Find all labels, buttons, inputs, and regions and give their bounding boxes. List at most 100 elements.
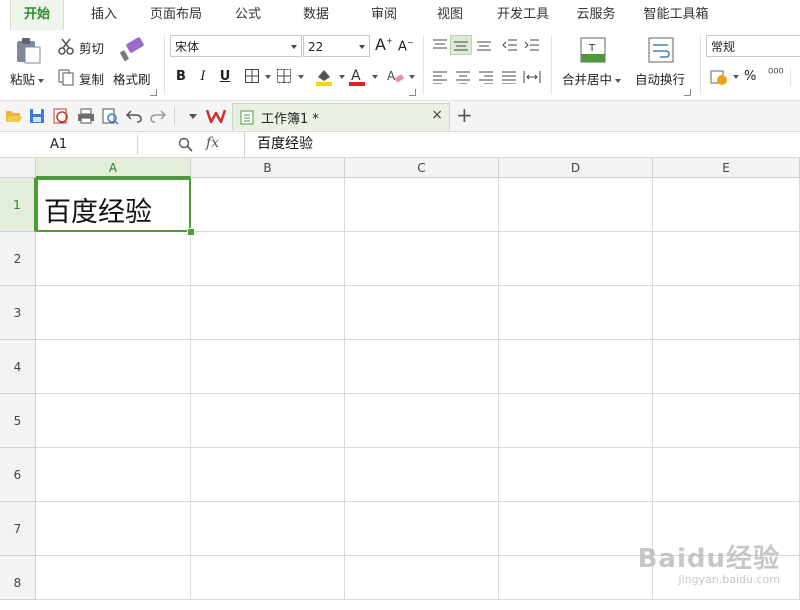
open-icon[interactable] xyxy=(5,108,23,124)
tab-insert[interactable]: 插入 xyxy=(78,0,130,30)
cut-icon[interactable] xyxy=(57,37,75,55)
clear-format-dropdown-icon[interactable] xyxy=(409,75,415,79)
italic-button[interactable]: I xyxy=(194,68,212,86)
cell-b6[interactable] xyxy=(191,448,345,502)
align-center-icon[interactable] xyxy=(455,70,471,84)
wrap-text-icon[interactable] xyxy=(648,37,674,63)
cell-c8[interactable] xyxy=(345,556,499,600)
cell-d2[interactable] xyxy=(499,232,653,286)
font-size-select[interactable]: 22 xyxy=(303,35,370,57)
decrease-font-size-icon[interactable]: A− xyxy=(398,38,414,54)
cell-b2[interactable] xyxy=(191,232,345,286)
borders-dropdown-icon[interactable] xyxy=(265,75,271,79)
cell-a4[interactable] xyxy=(36,340,191,394)
cell-e2[interactable] xyxy=(653,232,800,286)
clear-format-icon[interactable]: A xyxy=(386,68,404,86)
cell-e5[interactable] xyxy=(653,394,800,448)
cell-c3[interactable] xyxy=(345,286,499,340)
cell-a6[interactable] xyxy=(36,448,191,502)
decrease-indent-icon[interactable] xyxy=(502,38,518,52)
cell-c4[interactable] xyxy=(345,340,499,394)
percent-button[interactable]: % xyxy=(744,69,756,84)
column-header-e[interactable]: E xyxy=(653,158,800,178)
document-tab[interactable]: 工作簿1 * × xyxy=(232,103,450,130)
cell-b1[interactable] xyxy=(191,178,345,232)
tab-review[interactable]: 审阅 xyxy=(358,0,410,30)
print-icon[interactable] xyxy=(77,108,95,124)
row-header-5[interactable]: 5 xyxy=(0,394,36,448)
cut-button[interactable]: 剪切 xyxy=(79,38,104,57)
column-header-b[interactable]: B xyxy=(191,158,345,178)
print-preview-icon[interactable] xyxy=(101,107,119,125)
cell-c7[interactable] xyxy=(345,502,499,556)
cell-c1[interactable] xyxy=(345,178,499,232)
column-header-a[interactable]: A xyxy=(36,158,191,178)
cell-d1[interactable] xyxy=(499,178,653,232)
alignment-launcher-icon[interactable] xyxy=(684,89,691,96)
cell-e4[interactable] xyxy=(653,340,800,394)
currency-dropdown-icon[interactable] xyxy=(733,75,739,79)
zoom-function-icon[interactable] xyxy=(178,137,194,153)
formula-input[interactable]: 百度经验 xyxy=(244,132,800,157)
clipboard-launcher-icon[interactable] xyxy=(150,89,157,96)
merge-center-icon[interactable]: T xyxy=(580,37,606,63)
customize-icon[interactable] xyxy=(189,114,197,119)
thousands-separator-icon[interactable]: ⁰⁰⁰ xyxy=(768,67,784,82)
align-right-icon[interactable] xyxy=(478,70,494,84)
fill-color-icon[interactable] xyxy=(314,67,334,87)
export-pdf-icon[interactable] xyxy=(52,107,70,125)
font-name-select[interactable]: 宋体 xyxy=(170,35,302,57)
cell-d6[interactable] xyxy=(499,448,653,502)
distributed-align-icon[interactable] xyxy=(523,70,541,84)
row-header-7[interactable]: 7 xyxy=(0,502,36,556)
tab-formulas[interactable]: 公式 xyxy=(222,0,274,30)
cell-style-icon[interactable] xyxy=(276,68,292,84)
font-color-dropdown-icon[interactable] xyxy=(372,75,378,79)
cell-a7[interactable] xyxy=(36,502,191,556)
cell-e3[interactable] xyxy=(653,286,800,340)
justify-icon[interactable] xyxy=(501,70,517,84)
font-launcher-icon[interactable] xyxy=(409,89,416,96)
row-header-2[interactable]: 2 xyxy=(0,232,36,286)
underline-button[interactable]: U xyxy=(216,68,234,86)
align-bottom-icon[interactable] xyxy=(476,38,492,52)
cell-b7[interactable] xyxy=(191,502,345,556)
tab-cloud[interactable]: 云服务 xyxy=(568,0,624,30)
cell-b8[interactable] xyxy=(191,556,345,600)
row-header-4[interactable]: 4 xyxy=(0,340,36,394)
row-header-3[interactable]: 3 xyxy=(0,286,36,340)
tab-page-layout[interactable]: 页面布局 xyxy=(143,0,209,30)
cell-d7[interactable] xyxy=(499,502,653,556)
format-painter-button[interactable]: 格式刷 xyxy=(113,69,151,88)
select-all-corner[interactable] xyxy=(0,158,36,178)
row-header-6[interactable]: 6 xyxy=(0,448,36,502)
cell-e6[interactable] xyxy=(653,448,800,502)
insert-function-icon[interactable]: fx xyxy=(206,135,219,151)
cell-b3[interactable] xyxy=(191,286,345,340)
cell-d3[interactable] xyxy=(499,286,653,340)
cell-b4[interactable] xyxy=(191,340,345,394)
cell-e1[interactable] xyxy=(653,178,800,232)
cell-c5[interactable] xyxy=(345,394,499,448)
cell-style-dropdown-icon[interactable] xyxy=(298,75,304,79)
number-format-select[interactable]: 常规 xyxy=(706,35,800,57)
cell-d4[interactable] xyxy=(499,340,653,394)
bold-button[interactable]: B xyxy=(172,68,190,86)
fill-color-dropdown-icon[interactable] xyxy=(339,75,345,79)
align-left-icon[interactable] xyxy=(432,70,448,84)
save-icon[interactable] xyxy=(29,108,45,124)
cell-a5[interactable] xyxy=(36,394,191,448)
wrap-text-button[interactable]: 自动换行 xyxy=(635,69,685,88)
new-tab-icon[interactable]: + xyxy=(456,104,473,126)
copy-icon[interactable] xyxy=(57,68,75,86)
paste-button[interactable]: 粘贴 xyxy=(10,69,45,88)
close-icon[interactable]: × xyxy=(431,107,443,123)
cell-d5[interactable] xyxy=(499,394,653,448)
cell-a1[interactable] xyxy=(36,178,191,232)
redo-icon[interactable] xyxy=(150,109,166,123)
tab-developer[interactable]: 开发工具 xyxy=(490,0,556,30)
currency-icon[interactable] xyxy=(710,68,728,86)
align-middle-button[interactable] xyxy=(450,35,472,55)
cell-c2[interactable] xyxy=(345,232,499,286)
cell-a3[interactable] xyxy=(36,286,191,340)
